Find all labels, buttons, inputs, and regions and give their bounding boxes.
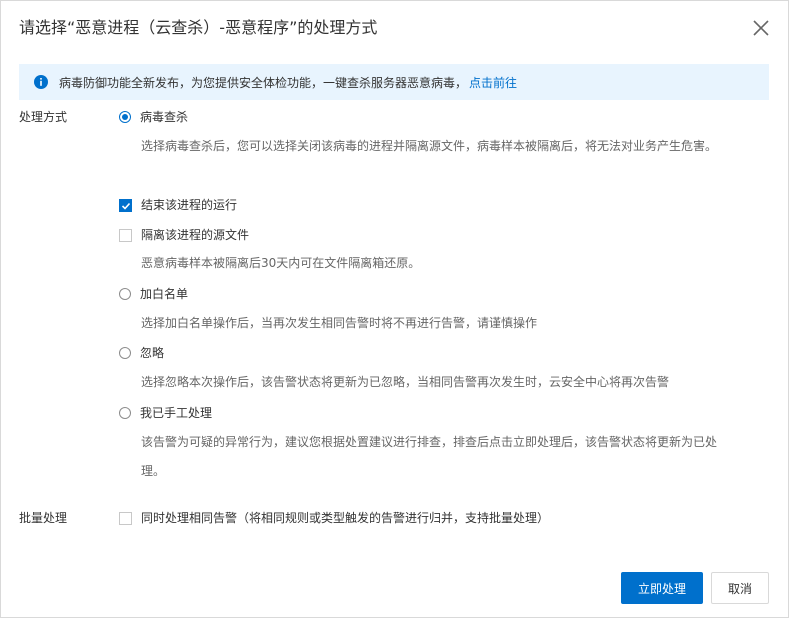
batch-option-label: 同时处理相同告警（将相同规则或类型触发的告警进行归并，支持批量处理） [141, 511, 550, 525]
radio-ignore[interactable] [119, 347, 131, 359]
confirm-button[interactable]: 立即处理 [621, 572, 703, 604]
option-ignore-desc: 选择忽略本次操作后，该告警状态将更新为已忽略，当相同告警再次发生时，云安全中心将… [141, 375, 670, 389]
close-icon[interactable] [749, 16, 773, 40]
radio-whitelist[interactable] [119, 288, 131, 300]
option-whitelist[interactable]: 加白名单 [119, 286, 188, 302]
isolate-file-label: 隔离该进程的源文件 [141, 228, 250, 242]
checkbox-terminate-process[interactable] [119, 198, 132, 212]
terminate-process-label: 结束该进程的运行 [141, 198, 238, 212]
sub-option-isolate-file[interactable]: 隔离该进程的源文件 [119, 227, 249, 243]
option-virus-kill-label: 病毒查杀 [140, 110, 189, 124]
handling-dialog: 请选择“恶意进程（云查杀）-恶意程序”的处理方式 病毒防御功能全新发布，为您提供… [0, 0, 789, 618]
info-icon [34, 75, 48, 89]
isolate-file-desc: 恶意病毒样本被隔离后30天内可在文件隔离箱还原。 [141, 256, 421, 270]
option-ignore[interactable]: 忽略 [119, 345, 164, 361]
option-virus-kill-desc: 选择病毒查杀后，您可以选择关闭该病毒的进程并隔离源文件，病毒样本被隔离后，将无法… [141, 139, 718, 153]
option-manual-desc: 该告警为可疑的异常行为，建议您根据处置建议进行排查，排查后点击立即处理后，该告警… [141, 435, 718, 478]
option-manual[interactable]: 我已手工处理 [119, 405, 212, 421]
radio-virus-kill[interactable] [119, 111, 131, 123]
option-whitelist-desc: 选择加白名单操作后，当再次发生相同告警时将不再进行告警，请谨慎操作 [141, 316, 538, 330]
handling-label: 处理方式 [19, 110, 68, 124]
option-whitelist-label: 加白名单 [140, 287, 189, 301]
option-virus-kill[interactable]: 病毒查杀 [119, 109, 188, 125]
cancel-button[interactable]: 取消 [711, 572, 769, 604]
info-notice: 病毒防御功能全新发布，为您提供安全体检功能，一键查杀服务器恶意病毒， 点击前往 [19, 64, 769, 100]
dialog-title: 请选择“恶意进程（云查杀）-恶意程序”的处理方式 [19, 18, 378, 37]
batch-option[interactable]: 同时处理相同告警（将相同规则或类型触发的告警进行归并，支持批量处理） [119, 510, 549, 526]
sub-option-terminate-process[interactable]: 结束该进程的运行 [119, 197, 237, 213]
notice-link[interactable]: 点击前往 [469, 74, 517, 91]
checkbox-isolate-file[interactable] [119, 228, 132, 242]
checkbox-batch[interactable] [119, 511, 132, 525]
batch-label: 批量处理 [19, 511, 68, 525]
notice-text: 病毒防御功能全新发布，为您提供安全体检功能，一键查杀服务器恶意病毒， [59, 75, 468, 90]
radio-manual[interactable] [119, 407, 131, 419]
option-manual-label: 我已手工处理 [140, 406, 213, 420]
option-ignore-label: 忽略 [140, 346, 165, 360]
